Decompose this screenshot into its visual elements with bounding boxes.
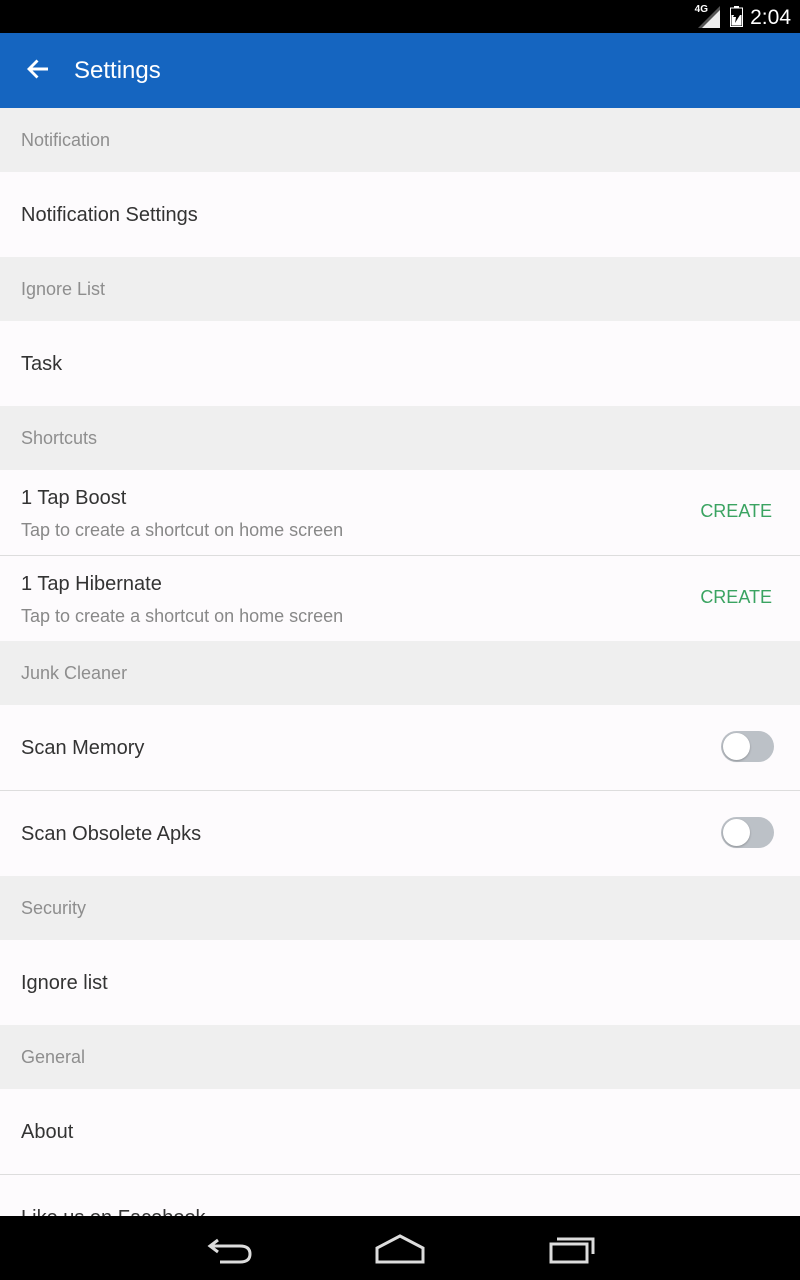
setting-1-tap-boost[interactable]: 1 Tap Boost Tap to create a shortcut on … xyxy=(0,470,800,556)
setting-subtitle: Tap to create a shortcut on home screen xyxy=(21,606,344,626)
arrow-back-icon[interactable] xyxy=(24,55,52,83)
scan-memory-toggle[interactable] xyxy=(721,731,774,762)
setting-ignore-list[interactable]: Ignore list xyxy=(0,940,800,1025)
setting-title: 1 Tap Boost xyxy=(21,487,127,509)
signal-icon xyxy=(698,6,720,28)
section-header-ignore-list: Ignore List xyxy=(0,257,800,321)
recents-icon[interactable] xyxy=(548,1230,596,1266)
setting-label: Notification Settings xyxy=(21,204,198,226)
status-bar: 4G 2:04 xyxy=(0,0,800,33)
setting-label: Scan Memory xyxy=(21,737,145,759)
setting-label: Like us on Facebook xyxy=(21,1207,206,1216)
battery-icon xyxy=(730,6,743,27)
setting-notification-settings[interactable]: Notification Settings xyxy=(0,172,800,257)
app-bar: Settings xyxy=(0,33,800,108)
clock: 2:04 xyxy=(750,6,791,29)
section-header-label: Security xyxy=(21,898,87,918)
setting-scan-memory[interactable]: Scan Memory xyxy=(0,705,800,791)
setting-label: Scan Obsolete Apks xyxy=(21,823,202,845)
scan-obsolete-apks-toggle[interactable] xyxy=(721,817,774,848)
section-header-label: General xyxy=(21,1047,86,1067)
section-header-junk-cleaner: Junk Cleaner xyxy=(0,641,800,705)
section-header-security: Security xyxy=(0,876,800,940)
setting-label: About xyxy=(21,1121,74,1143)
create-shortcut-button[interactable]: CREATE xyxy=(700,587,772,608)
setting-about[interactable]: About xyxy=(0,1089,800,1175)
section-header-label: Shortcuts xyxy=(21,428,98,448)
setting-1-tap-hibernate[interactable]: 1 Tap Hibernate Tap to create a shortcut… xyxy=(0,556,800,641)
settings-list[interactable]: Notification Notification Settings Ignor… xyxy=(0,108,800,1216)
setting-like-us-on-facebook[interactable]: Like us on Facebook xyxy=(0,1175,800,1216)
setting-label: Ignore list xyxy=(21,972,108,994)
section-header-label: Notification xyxy=(21,130,111,150)
setting-task[interactable]: Task xyxy=(0,321,800,406)
section-header-notification: Notification xyxy=(0,108,800,172)
setting-subtitle: Tap to create a shortcut on home screen xyxy=(21,520,344,540)
navigation-bar xyxy=(0,1216,800,1280)
home-icon[interactable] xyxy=(374,1230,426,1266)
section-header-general: General xyxy=(0,1025,800,1089)
section-header-label: Ignore List xyxy=(21,279,106,299)
create-shortcut-button[interactable]: CREATE xyxy=(700,501,772,522)
page-title: Settings xyxy=(74,57,161,84)
setting-title: 1 Tap Hibernate xyxy=(21,573,162,595)
toggle-knob xyxy=(723,733,750,760)
section-header-shortcuts: Shortcuts xyxy=(0,406,800,470)
toggle-knob xyxy=(723,819,750,846)
setting-label: Task xyxy=(21,353,63,375)
back-icon[interactable] xyxy=(206,1230,254,1266)
setting-scan-obsolete-apks[interactable]: Scan Obsolete Apks xyxy=(0,791,800,876)
section-header-label: Junk Cleaner xyxy=(21,663,128,683)
